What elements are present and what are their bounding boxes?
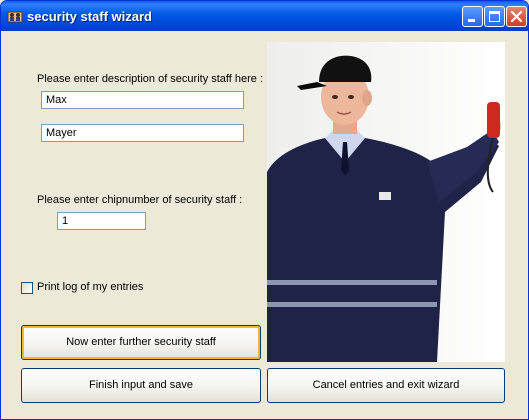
security-guard-image [267,42,505,362]
enter-further-staff-button[interactable]: Now enter further security staff [21,325,261,360]
window-title: security staff wizard [27,9,152,24]
finish-and-save-button[interactable]: Finish input and save [21,368,261,403]
cancel-and-exit-button[interactable]: Cancel entries and exit wizard [267,368,505,403]
title-bar[interactable]: security staff wizard [1,1,528,31]
maximize-icon [489,11,500,22]
maximize-button[interactable] [484,6,505,27]
wizard-window: security staff wizard Please enter descr… [0,0,529,420]
app-icon [7,8,23,24]
first-name-input[interactable] [41,91,244,109]
minimize-icon [468,19,475,22]
close-icon [510,10,523,23]
chipnumber-label: Please enter chipnumber of security staf… [37,194,243,206]
chipnumber-input[interactable] [57,212,146,230]
wizard-content: Please enter description of security sta… [1,31,528,419]
print-log-checkbox[interactable] [21,282,33,294]
print-log-label: Print log of my entries [37,281,144,293]
minimize-button[interactable] [462,6,483,27]
close-button[interactable] [506,6,527,27]
security-staff-photo [267,42,505,362]
last-name-input[interactable] [41,124,244,142]
description-label: Please enter description of security sta… [37,73,264,85]
